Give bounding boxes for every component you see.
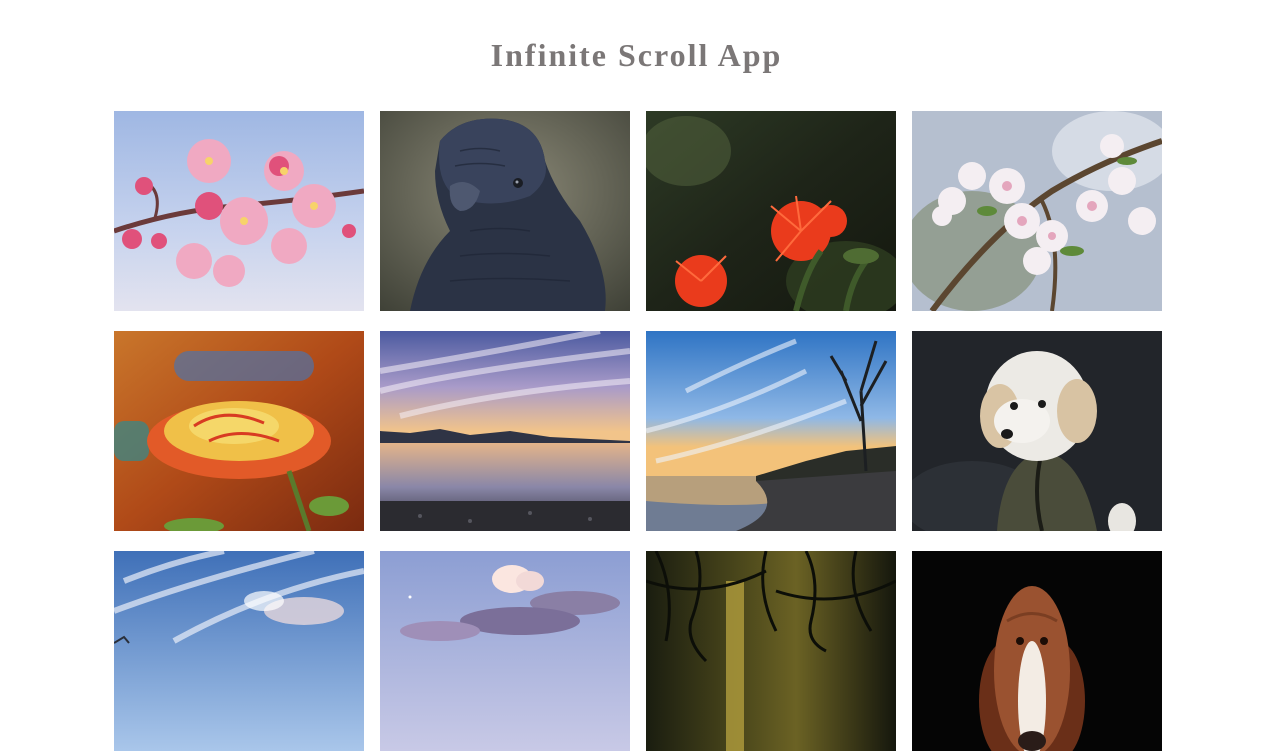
photo-dark-forest[interactable] bbox=[646, 551, 896, 751]
red-flowers-image bbox=[646, 111, 896, 311]
basset-hound-image bbox=[912, 551, 1162, 751]
photo-red-flowers[interactable] bbox=[646, 111, 896, 311]
photo-apple-blossom[interactable] bbox=[912, 111, 1162, 311]
rose-image bbox=[114, 331, 364, 531]
photo-blue-sky[interactable] bbox=[114, 551, 364, 751]
cockatoo-image bbox=[380, 111, 630, 311]
white-dog-image bbox=[912, 331, 1162, 531]
cherry-blossom-image bbox=[114, 111, 364, 311]
photo-white-dog[interactable] bbox=[912, 331, 1162, 531]
apple-blossom-image bbox=[912, 111, 1162, 311]
image-gallery bbox=[114, 111, 1162, 751]
photo-black-cockatoo[interactable] bbox=[380, 111, 630, 311]
photo-clouds-dusk[interactable] bbox=[380, 551, 630, 751]
photo-basset-hound[interactable] bbox=[912, 551, 1162, 751]
photo-lakeshore-tree[interactable] bbox=[646, 331, 896, 531]
lakeshore-image bbox=[646, 331, 896, 531]
photo-rose[interactable] bbox=[114, 331, 364, 531]
clouds-dusk-image bbox=[380, 551, 630, 751]
page-title: Infinite Scroll App bbox=[490, 37, 783, 73]
photo-lake-sunset[interactable] bbox=[380, 331, 630, 531]
lake-sunset-image bbox=[380, 331, 630, 531]
dark-forest-image bbox=[646, 551, 896, 751]
blue-sky-image bbox=[114, 551, 364, 751]
photo-cherry-blossom[interactable] bbox=[114, 111, 364, 311]
